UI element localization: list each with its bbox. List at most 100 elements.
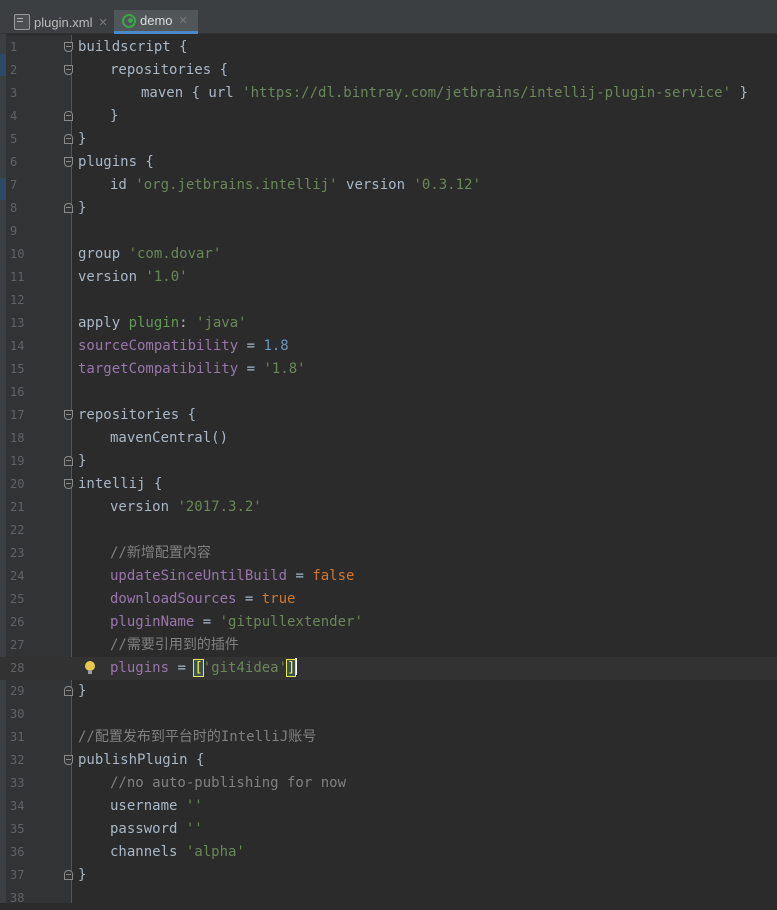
lightbulb-icon[interactable] [85,661,95,675]
code-line[interactable]: 28 plugins = ['git4idea'] [0,657,777,680]
code-text: } [78,680,86,703]
code-text: sourceCompatibility = 1.8 [78,335,289,358]
xml-file-icon [14,14,30,30]
code-line[interactable]: 26 pluginName = 'gitpullextender' [0,611,777,634]
line-number: 12 [10,293,25,307]
code-token: 'com.dovar' [128,246,222,262]
code-line[interactable]: 33 //no auto-publishing for now [0,772,777,795]
line-number: 21 [10,500,25,514]
code-token: plugins [110,660,170,676]
code-token: id [110,177,136,193]
code-line[interactable]: 25 downloadSources = true [0,588,777,611]
code-line[interactable]: 29} [0,680,777,703]
code-line[interactable]: 16 [0,381,777,404]
tab-demo[interactable]: demo ✕ [114,10,198,34]
code-token: ] [285,659,297,677]
code-text: } [78,450,86,473]
code-line[interactable]: 8} [0,197,777,220]
code-line[interactable]: 36 channels 'alpha' [0,841,777,864]
line-number: 3 [10,86,18,100]
code-token: repositories { [110,62,229,78]
code-line[interactable]: 32 publishPlugin { [0,749,777,772]
code-text: username '' [110,795,203,818]
code-line[interactable]: 7 id 'org.jetbrains.intellij' version '0.… [0,174,777,197]
line-number: 13 [10,316,25,330]
code-line[interactable]: 15 targetCompatibility = '1.8' [0,358,777,381]
code-token: publishPlugin { [78,752,205,768]
code-line[interactable]: 13 apply plugin: 'java' [0,312,777,335]
code-token: = [169,660,195,676]
code-token: true [261,591,296,607]
code-token: plugins { [78,154,154,170]
code-token: username [110,798,186,814]
line-number: 31 [10,730,25,744]
code-line[interactable]: 27 //需要引用到的插件 [0,634,777,657]
close-icon[interactable]: ✕ [99,16,108,29]
editor-tab-bar: plugin.xml ✕ demo ✕ [0,0,777,34]
code-line[interactable]: 2 repositories { [0,59,777,82]
fold-marker-icon[interactable] [64,65,73,75]
fold-marker-icon[interactable] [64,456,73,466]
code-line[interactable]: 21 version '2017.3.2' [0,496,777,519]
code-line[interactable]: 34 username '' [0,795,777,818]
code-text: version '1.0' [78,266,188,289]
tab-plugin-xml[interactable]: plugin.xml ✕ [10,10,112,34]
code-line[interactable]: 6 plugins { [0,151,777,174]
fold-marker-icon[interactable] [64,134,73,144]
code-token: updateSinceUntilBuild [110,568,288,584]
code-token: 'org.jetbrains.intellij' [135,177,338,193]
code-line[interactable]: 37} [0,864,777,887]
fold-marker-icon[interactable] [64,870,73,880]
fold-marker-icon[interactable] [64,410,73,420]
fold-marker-icon[interactable] [64,157,73,167]
line-number: 29 [10,684,25,698]
line-number: 11 [10,270,25,284]
fold-marker-icon[interactable] [64,755,73,765]
line-number: 35 [10,822,25,836]
code-token: repositories { [78,407,197,423]
code-line[interactable]: 3 maven { url 'https://dl.bintray.com/jet… [0,82,777,105]
code-text: } [78,128,86,151]
code-token: [ [193,659,204,677]
code-token: 1.8 [263,338,289,354]
line-number: 7 [10,178,18,192]
code-line[interactable]: 20 intellij { [0,473,777,496]
code-text: targetCompatibility = '1.8' [78,358,306,381]
code-line[interactable]: 19} [0,450,777,473]
code-line[interactable]: 1 buildscript { [0,36,777,59]
code-line[interactable]: 23 //新增配置内容 [0,542,777,565]
code-line[interactable]: 24 updateSinceUntilBuild = false [0,565,777,588]
code-line[interactable]: 14 sourceCompatibility = 1.8 [0,335,777,358]
code-token: targetCompatibility [78,361,239,377]
tab-label: plugin.xml [34,14,93,30]
code-line[interactable]: 31 //配置发布到平台时的IntelliJ账号 [0,726,777,749]
line-number: 20 [10,477,25,491]
code-token: version [337,177,414,193]
code-text: } [78,864,86,887]
code-line[interactable]: 9 [0,220,777,243]
code-line[interactable]: 11 version '1.0' [0,266,777,289]
code-line[interactable]: 38 [0,887,777,910]
code-line[interactable]: 18 mavenCentral() [0,427,777,450]
code-line[interactable]: 12 [0,289,777,312]
line-number: 9 [10,224,18,238]
line-number: 14 [10,339,25,353]
fold-marker-icon[interactable] [64,42,73,52]
close-icon[interactable]: ✕ [179,14,188,27]
code-line[interactable]: 4} [0,105,777,128]
code-line[interactable]: 30 [0,703,777,726]
code-text: password '' [110,818,203,841]
fold-marker-icon[interactable] [64,479,73,489]
fold-marker-icon[interactable] [64,686,73,696]
fold-marker-icon[interactable] [64,111,73,121]
code-token: buildscript { [78,39,188,55]
line-number: 27 [10,638,25,652]
fold-marker-icon[interactable] [64,203,73,213]
code-text: pluginName = 'gitpullextender' [110,611,363,634]
code-line[interactable]: 35 password '' [0,818,777,841]
code-line[interactable]: 22 [0,519,777,542]
code-token: '2017.3.2' [177,499,262,515]
code-line[interactable]: 17 repositories { [0,404,777,427]
code-line[interactable]: 5} [0,128,777,151]
code-line[interactable]: 10 group 'com.dovar' [0,243,777,266]
